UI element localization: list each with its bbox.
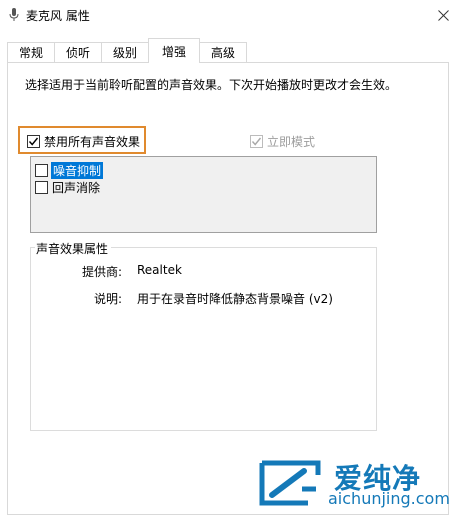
tab-label: 侦听: [65, 46, 90, 60]
description-value: 用于在录音时降低静态背景噪音 (v2): [137, 292, 333, 306]
disable-all-label: 禁用所有声音效果: [44, 135, 141, 149]
tab-label: 常规: [18, 46, 43, 60]
checkbox-box: [250, 135, 263, 148]
description-label: 说明:: [93, 292, 122, 306]
immediate-mode-checkbox[interactable]: 立即模式: [250, 133, 315, 150]
tab-general[interactable]: 常规: [7, 42, 55, 62]
effect-label: 噪音抑制: [51, 162, 104, 179]
checkmark-icon: [28, 137, 39, 146]
tab-enhancements[interactable]: 增强: [148, 38, 200, 63]
checkbox-box[interactable]: [35, 164, 48, 177]
close-button[interactable]: [430, 0, 457, 30]
microphone-icon: [9, 8, 19, 21]
disable-all-checkbox[interactable]: 禁用所有声音效果: [27, 133, 140, 150]
checkbox-box[interactable]: [35, 181, 48, 194]
effect-item-echo-cancellation[interactable]: 回声消除: [35, 179, 100, 196]
provider-value: Realtek: [137, 263, 182, 277]
immediate-mode-label: 立即模式: [267, 135, 316, 149]
title-bar: 麦克风 属性: [0, 0, 457, 30]
tab-strip: 常规 侦听 级别 增强 高级: [0, 38, 457, 63]
close-icon: [438, 9, 449, 21]
effect-item-noise-suppression[interactable]: 噪音抑制: [35, 162, 104, 179]
effect-label: 回声消除: [52, 181, 101, 195]
tab-label: 高级: [210, 46, 235, 60]
group-title: 声音效果属性: [35, 240, 112, 257]
enhancements-description: 选择适用于当前聆听配置的声音效果。下次开始播放时更改才会生效。: [25, 78, 398, 92]
provider-label: 提供商:: [81, 265, 122, 279]
tab-advanced[interactable]: 高级: [199, 42, 247, 62]
tab-label: 级别: [112, 46, 137, 60]
tab-label: 增强: [161, 44, 186, 59]
tab-levels[interactable]: 级别: [101, 42, 149, 62]
checkbox-box: [27, 135, 40, 148]
tab-listen[interactable]: 侦听: [54, 42, 102, 62]
checkmark-icon: [251, 137, 262, 146]
effects-list[interactable]: 噪音抑制 回声消除: [30, 156, 377, 233]
window-title: 麦克风 属性: [26, 9, 90, 23]
watermark-logo-icon: [259, 460, 321, 506]
watermark-url: aichunjing.com: [328, 489, 450, 508]
